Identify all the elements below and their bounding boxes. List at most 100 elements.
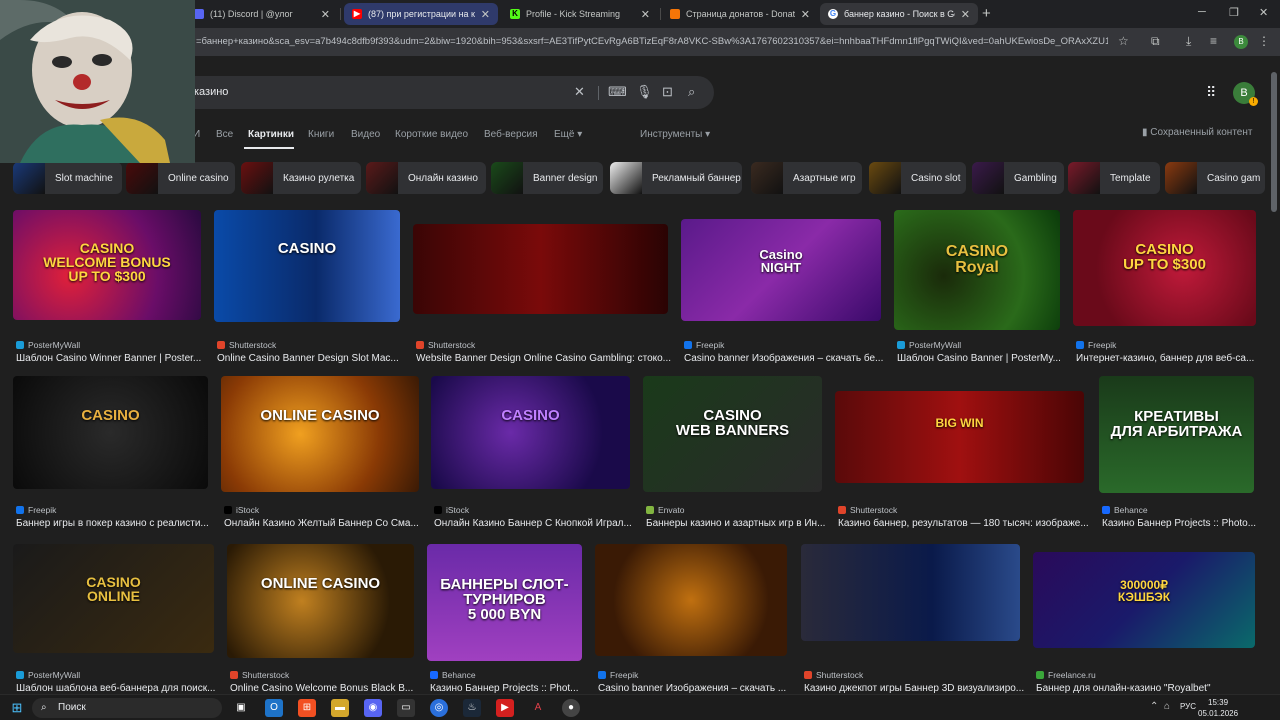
system-clock[interactable]: 15:39 05.01.2026 [1198, 697, 1238, 719]
result-thumbnail[interactable]: CASINO [214, 210, 400, 322]
result-source[interactable]: Freelance.ru [1036, 670, 1096, 680]
result-thumbnail[interactable]: 300000₽ КЭШБЭК [1033, 552, 1255, 648]
result-source[interactable]: Freepik [16, 505, 56, 515]
url-field[interactable]: =баннер+казино&sca_esv=a7b494c8dfb9f393&… [196, 36, 1108, 47]
file-explorer-icon[interactable]: ▬ [331, 699, 349, 717]
microsoft-store-icon[interactable]: ⊞ [298, 699, 316, 717]
filter-tab-videos[interactable]: Видео [351, 129, 380, 140]
tab-donationalerts[interactable]: Страница донатов - DonationAlerts ✕ [662, 3, 818, 25]
result-thumbnail[interactable]: КРЕАТИВЫ ДЛЯ АРБИТРАЖА [1099, 376, 1254, 493]
network-icon[interactable]: ⌂ [1164, 701, 1170, 712]
extensions-icon[interactable]: ⧉ [1151, 34, 1160, 49]
result-caption[interactable]: Интернет-казино, баннер для веб-са... [1076, 353, 1265, 364]
result-source[interactable]: Behance [1102, 505, 1148, 515]
clear-icon[interactable]: ✕ [574, 84, 585, 100]
suggestion-chip[interactable]: Казино рулетка [241, 162, 361, 194]
minimize-icon[interactable]: ─ [1198, 6, 1206, 18]
task-view-icon[interactable]: ▣ [232, 699, 250, 717]
restore-icon[interactable]: ❐ [1229, 6, 1239, 19]
obs-icon[interactable]: ● [562, 699, 580, 717]
tab-kick[interactable]: K Profile - Kick Streaming ✕ [502, 3, 658, 25]
close-tab-icon[interactable]: ✕ [321, 8, 330, 21]
result-caption[interactable]: Online Casino Banner Design Slot Mac... [217, 353, 409, 364]
chrome-icon[interactable]: ◎ [430, 699, 448, 717]
taskbar-search[interactable]: ⌕ Поиск [32, 698, 222, 718]
result-source[interactable]: Shutterstock [416, 340, 475, 350]
new-tab-icon[interactable]: + [982, 5, 991, 22]
steam-icon[interactable]: ♨ [463, 699, 481, 717]
tab-google-search[interactable]: G баннер казино - Поиск в Google ✕ [820, 3, 978, 25]
tray-chevron-icon[interactable]: ⌃ [1150, 701, 1158, 712]
language-indicator[interactable]: РУС [1180, 702, 1196, 711]
result-thumbnail[interactable]: BIG WIN [835, 391, 1084, 483]
result-caption[interactable]: Казино Баннер Projects :: Phot... [430, 683, 591, 694]
result-source[interactable]: PosterMyWall [16, 670, 80, 680]
filter-tab-web[interactable]: Веб-версия [484, 129, 538, 140]
result-caption[interactable]: Онлайн Казино Желтый Баннер Со Сма... [224, 518, 428, 529]
result-caption[interactable]: Баннер игры в покер казино с реалисти... [16, 518, 217, 529]
youtube-app-icon[interactable]: ▶ [496, 699, 514, 717]
keyboard-icon[interactable]: ⌨ [608, 84, 627, 100]
discord-app-icon[interactable]: ◉ [364, 699, 382, 717]
suggestion-chip[interactable]: Banner design [491, 162, 603, 194]
result-thumbnail[interactable]: CASINO WEB BANNERS [643, 376, 822, 492]
suggestion-chip[interactable]: Gambling [972, 162, 1064, 194]
result-caption[interactable]: Казино джекпот игры Баннер 3D визуализир… [804, 683, 1029, 694]
result-thumbnail[interactable]: CASINO [13, 376, 208, 489]
result-caption[interactable]: Шаблон Casino Winner Banner | Poster... [16, 353, 210, 364]
close-tab-icon[interactable]: ✕ [481, 8, 490, 21]
saved-content-button[interactable]: ▮ Сохраненный контент [1142, 127, 1252, 138]
result-thumbnail[interactable]: CASINO [431, 376, 630, 489]
suggestion-chip[interactable]: Online casino [126, 162, 235, 194]
suggestion-chip[interactable]: Template [1068, 162, 1160, 194]
windows-start-icon[interactable]: ⊞ [8, 699, 26, 717]
result-source[interactable]: Shutterstock [838, 505, 897, 515]
filter-tab-books[interactable]: Книги [308, 129, 334, 140]
result-thumbnail[interactable] [595, 544, 787, 656]
result-source[interactable]: PosterMyWall [897, 340, 961, 350]
result-thumbnail[interactable]: CASINO UP TO $300 [1073, 210, 1256, 326]
result-thumbnail[interactable]: Casino NIGHT [681, 219, 881, 321]
result-source[interactable]: Shutterstock [217, 340, 276, 350]
result-caption[interactable]: Казино Баннер Projects :: Photo... [1102, 518, 1263, 529]
downloads-icon[interactable]: ⤓ [1186, 34, 1191, 49]
result-caption[interactable]: Казино баннер, результатов — 180 тысяч: … [838, 518, 1093, 529]
result-thumbnail[interactable]: CASINO WELCOME BONUS UP TO $300 [13, 210, 201, 320]
result-caption[interactable]: Онлайн Казино Баннер С Кнопкой Играл... [434, 518, 639, 529]
result-source[interactable]: iStock [434, 505, 469, 515]
google-apps-icon[interactable]: ⠿ [1206, 84, 1216, 101]
result-source[interactable]: Shutterstock [230, 670, 289, 680]
suggestion-chip[interactable]: Casino gam [1165, 162, 1265, 194]
tab-youtube[interactable]: ▶ (87) при регистрации на кике ✕ [344, 3, 498, 25]
result-caption[interactable]: Шаблон Casino Banner | PosterMy... [897, 353, 1069, 364]
result-thumbnail[interactable] [413, 224, 668, 314]
filter-tab-images[interactable]: Картинки [248, 129, 294, 140]
result-source[interactable]: Freepik [598, 670, 638, 680]
result-source[interactable]: Shutterstock [804, 670, 863, 680]
close-tab-icon[interactable]: ✕ [801, 8, 810, 21]
profile-avatar[interactable]: B [1234, 35, 1248, 49]
bookmark-star-icon[interactable]: ☆ [1118, 34, 1129, 48]
result-source[interactable]: Behance [430, 670, 476, 680]
result-caption[interactable]: Баннеры казино и азартных игр в Ин... [646, 518, 831, 529]
suggestion-chip[interactable]: Азартные игр [751, 162, 862, 194]
search-input[interactable]: казино [194, 86, 228, 98]
google-account-avatar[interactable]: B! [1233, 82, 1258, 106]
suggestion-chip[interactable]: Slot machine [13, 162, 122, 194]
adobe-icon[interactable]: A [529, 699, 547, 717]
result-source[interactable]: Freepik [684, 340, 724, 350]
result-thumbnail[interactable]: БАННЕРЫ СЛОТ-ТУРНИРОВ 5 000 BYN [427, 544, 582, 661]
page-scrollbar[interactable] [1271, 72, 1277, 212]
search-icon[interactable]: ⌕ [688, 84, 695, 100]
microphone-icon[interactable]: 🎙 [636, 84, 653, 100]
suggestion-chip[interactable]: Онлайн казино [366, 162, 486, 194]
close-tab-icon[interactable]: ✕ [641, 8, 650, 21]
menu-kebab-icon[interactable]: ⋮ [1258, 34, 1270, 48]
result-caption[interactable]: Online Casino Welcome Bonus Black B... [230, 683, 423, 694]
outlook-icon[interactable]: O [265, 699, 283, 717]
result-thumbnail[interactable]: ONLINE CASINO [227, 544, 414, 658]
suggestion-chip[interactable]: Casino slot [869, 162, 966, 194]
terminal-icon[interactable]: ▭ [397, 699, 415, 717]
result-thumbnail[interactable]: CASINO Royal [894, 210, 1060, 330]
filter-more-button[interactable]: Ещё ▾ [554, 129, 582, 140]
